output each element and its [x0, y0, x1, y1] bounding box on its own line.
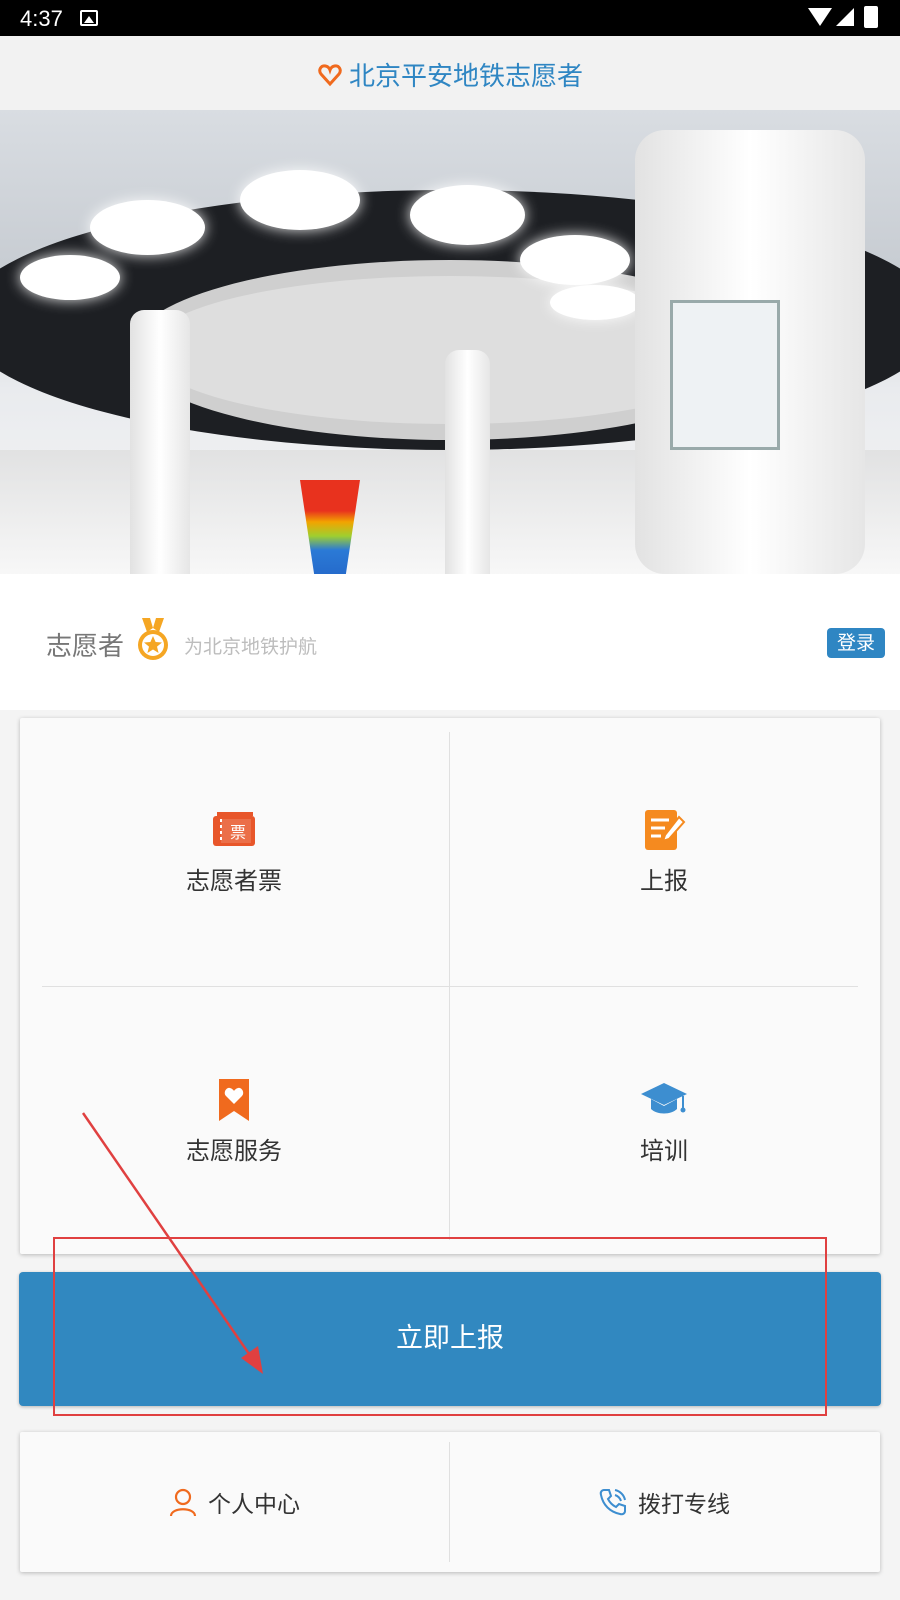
banner-lamp	[90, 200, 205, 255]
annotation-highlight-box	[53, 1237, 827, 1416]
volunteer-slogan: 为北京地铁护航	[184, 636, 318, 658]
personal-center-button[interactable]: 个人中心	[20, 1432, 448, 1572]
medal-icon	[138, 618, 168, 660]
grid-item-training[interactable]: 培训	[450, 988, 878, 1254]
app-title-text: 北京平安地铁志愿者	[348, 62, 583, 92]
volunteer-row: 志愿者 为北京地铁护航 登录	[0, 574, 900, 710]
banner-lamp	[240, 170, 360, 230]
banner-carousel[interactable]	[0, 110, 900, 574]
login-button[interactable]: 登录	[827, 628, 885, 658]
banner-pillar	[445, 350, 490, 574]
volunteer-label: 志愿者	[46, 632, 125, 662]
bookmark-heart-icon	[219, 1078, 249, 1121]
battery-icon	[864, 6, 878, 28]
person-icon	[169, 1488, 197, 1517]
grid-divider-horizontal	[42, 986, 858, 987]
grid-item-volunteer-service[interactable]: 志愿服务	[20, 988, 448, 1254]
hotline-button[interactable]: 拨打专线	[450, 1432, 878, 1572]
grid-item-label: 志愿者票	[186, 866, 282, 895]
status-time: 4:37	[20, 6, 63, 31]
bottom-actions: 个人中心 拨打专线	[20, 1432, 880, 1572]
ticket-badge-text: 票	[230, 823, 246, 842]
app-title: 北京平安地铁志愿者	[317, 56, 583, 93]
banner-lamp	[520, 235, 630, 285]
heart-icon	[318, 63, 342, 86]
feature-grid: 票 志愿者票 上报 志愿服务 培训	[20, 718, 880, 1254]
grid-item-label: 培训	[640, 1136, 688, 1165]
banner-map-board	[670, 300, 780, 450]
report-edit-icon	[645, 809, 686, 850]
banner-lamp	[550, 285, 640, 320]
image-notification-icon	[80, 10, 98, 26]
status-bar: 4:37	[0, 0, 900, 36]
grid-item-label: 上报	[640, 866, 688, 895]
wifi-icon	[808, 8, 832, 26]
phone-icon	[599, 1489, 626, 1516]
grid-item-report[interactable]: 上报	[450, 718, 878, 984]
banner-lamp	[410, 185, 525, 245]
grid-item-label: 志愿服务	[186, 1136, 282, 1165]
banner-lamp	[20, 255, 120, 300]
personal-center-label: 个人中心	[208, 1492, 300, 1518]
hotline-label: 拨打专线	[638, 1492, 730, 1518]
signal-icon	[836, 8, 854, 26]
ticket-icon: 票	[213, 811, 255, 846]
banner-pillar	[130, 310, 190, 574]
graduation-cap-icon	[641, 1082, 687, 1113]
app-header: 北京平安地铁志愿者	[0, 36, 900, 110]
grid-item-volunteer-ticket[interactable]: 票 志愿者票	[20, 718, 448, 984]
